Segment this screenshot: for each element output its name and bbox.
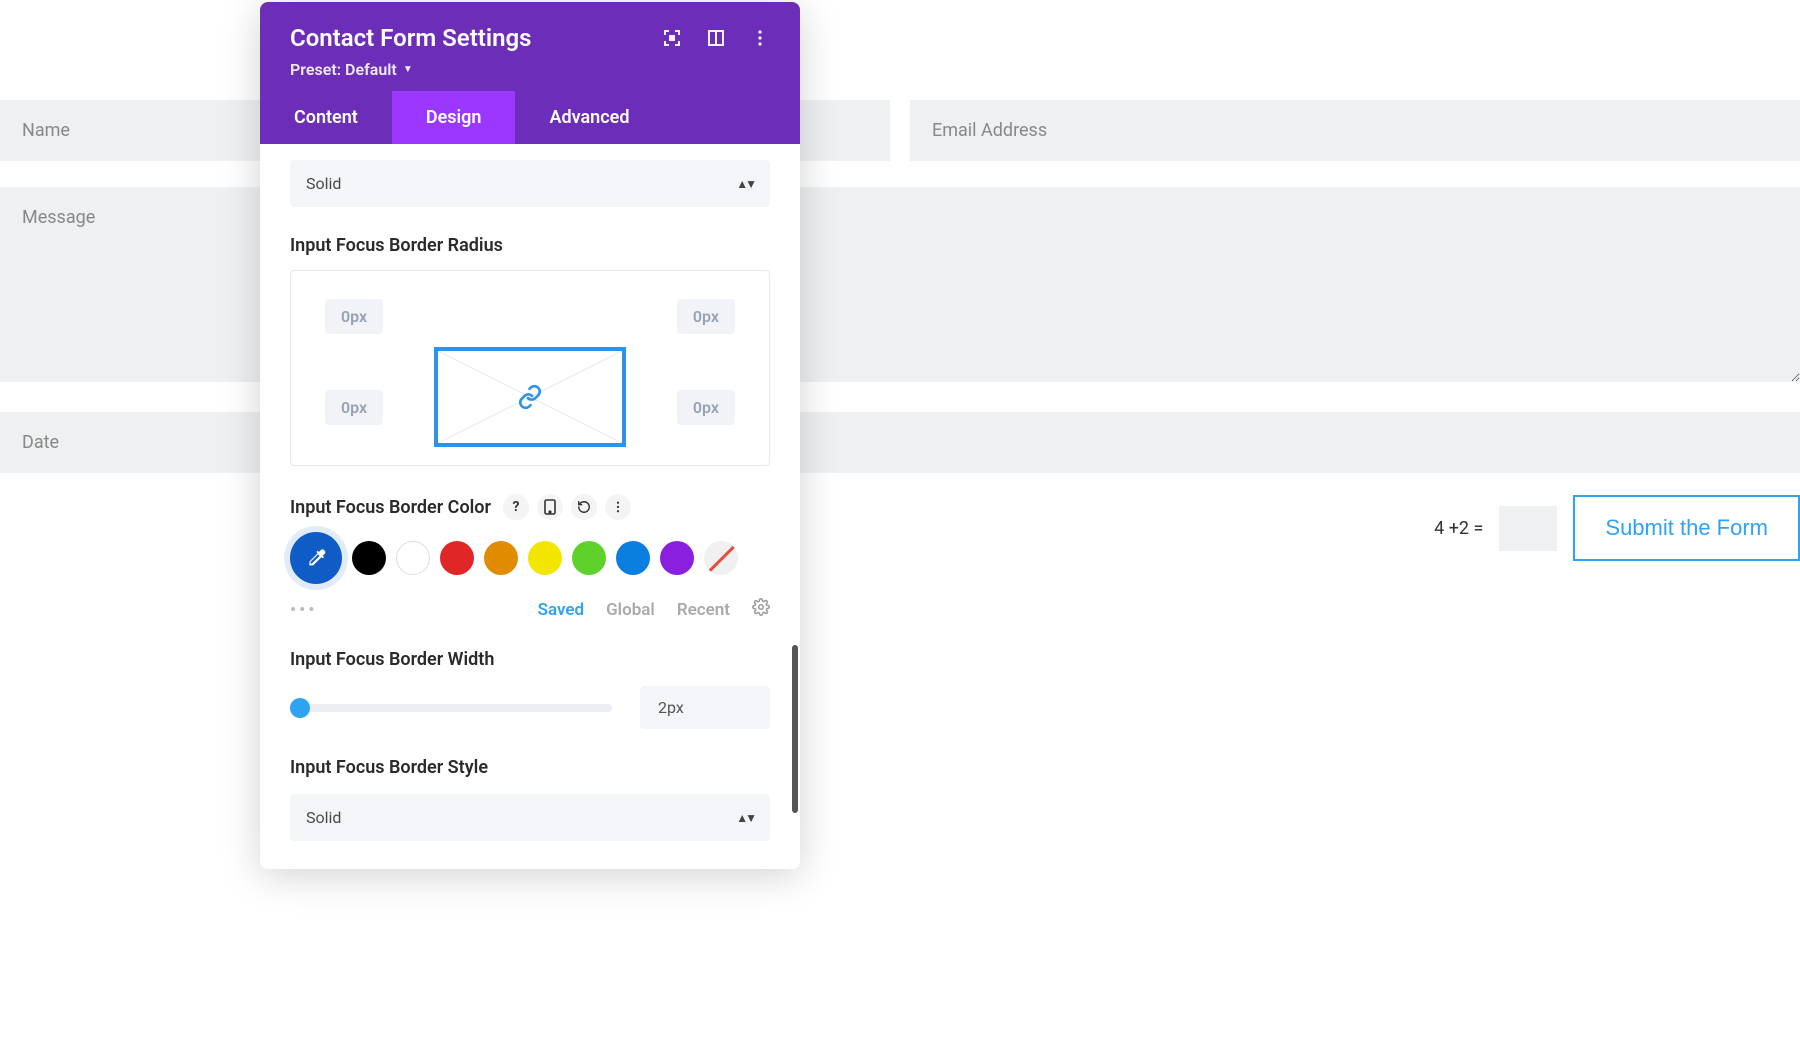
- tab-advanced[interactable]: Advanced: [515, 91, 663, 144]
- swatch-white[interactable]: [396, 541, 430, 575]
- scrollbar-thumb[interactable]: [792, 645, 798, 813]
- swatch-blue[interactable]: [616, 541, 650, 575]
- swatch-toolbar: ••• Saved Global Recent: [290, 598, 770, 621]
- more-icon[interactable]: [750, 28, 770, 48]
- border-color-label-text: Input Focus Border Color: [290, 497, 491, 518]
- device-icon[interactable]: [537, 494, 563, 520]
- swatch-tab-global[interactable]: Global: [606, 600, 655, 620]
- radius-top-left[interactable]: 0px: [325, 299, 383, 334]
- panel-tabs: Content Design Advanced: [260, 91, 800, 144]
- swatch-none[interactable]: [704, 541, 738, 575]
- help-icon[interactable]: ?: [503, 494, 529, 520]
- select-value: Solid: [306, 174, 341, 193]
- panel-title: Contact Form Settings: [290, 24, 531, 52]
- focus-icon[interactable]: [662, 28, 682, 48]
- color-picker-button[interactable]: [290, 532, 342, 584]
- reset-icon[interactable]: [571, 494, 597, 520]
- swatch-red[interactable]: [440, 541, 474, 575]
- preset-selector[interactable]: Preset: Default ▼: [290, 60, 413, 79]
- captcha-label: 4 +2 =: [1434, 518, 1483, 539]
- border-color-label: Input Focus Border Color ?: [290, 494, 770, 520]
- email-input[interactable]: [910, 100, 1800, 161]
- color-swatches: [290, 532, 770, 584]
- tab-design[interactable]: Design: [392, 91, 516, 144]
- swatch-green[interactable]: [572, 541, 606, 575]
- swatch-settings-icon[interactable]: [752, 598, 770, 621]
- select-chevron-icon: ▲▼: [736, 811, 754, 825]
- swatch-tab-recent[interactable]: Recent: [677, 600, 730, 620]
- border-style-select[interactable]: Solid ▲▼: [290, 794, 770, 841]
- radius-bottom-left[interactable]: 0px: [325, 390, 383, 425]
- border-style-label: Input Focus Border Style: [290, 757, 770, 778]
- swatch-black[interactable]: [352, 541, 386, 575]
- border-width-slider[interactable]: [290, 704, 612, 712]
- swatch-yellow[interactable]: [528, 541, 562, 575]
- caret-down-icon: ▼: [403, 64, 413, 75]
- link-icon: [517, 384, 543, 410]
- border-radius-label: Input Focus Border Radius: [290, 235, 770, 256]
- select-chevron-icon: ▲▼: [736, 177, 754, 191]
- border-width-label: Input Focus Border Width: [290, 649, 770, 670]
- panel-body: Solid ▲▼ Input Focus Border Radius 0px 0…: [260, 160, 800, 869]
- eyedropper-icon: [305, 547, 327, 569]
- options-icon[interactable]: [605, 494, 631, 520]
- border-style-select-top[interactable]: Solid ▲▼: [290, 160, 770, 207]
- settings-panel: Contact Form Settings Preset: Default ▼ …: [260, 2, 800, 869]
- border-width-value[interactable]: 2px: [640, 686, 770, 729]
- border-radius-editor: 0px 0px 0px 0px: [290, 270, 770, 466]
- radius-bottom-right[interactable]: 0px: [677, 390, 735, 425]
- swatch-more-icon[interactable]: •••: [290, 600, 317, 620]
- swatch-purple[interactable]: [660, 541, 694, 575]
- captcha-input[interactable]: [1499, 506, 1557, 551]
- swatch-orange[interactable]: [484, 541, 518, 575]
- panel-header: Contact Form Settings Preset: Default ▼: [260, 2, 800, 91]
- columns-icon[interactable]: [706, 28, 726, 48]
- preset-label: Preset: Default: [290, 60, 397, 79]
- radius-top-right[interactable]: 0px: [677, 299, 735, 334]
- tab-content[interactable]: Content: [260, 91, 392, 144]
- slider-handle[interactable]: [290, 698, 310, 718]
- submit-button[interactable]: Submit the Form: [1573, 495, 1800, 561]
- swatch-tab-saved[interactable]: Saved: [538, 600, 585, 620]
- select-value: Solid: [306, 808, 341, 827]
- radius-link-toggle[interactable]: [434, 347, 626, 447]
